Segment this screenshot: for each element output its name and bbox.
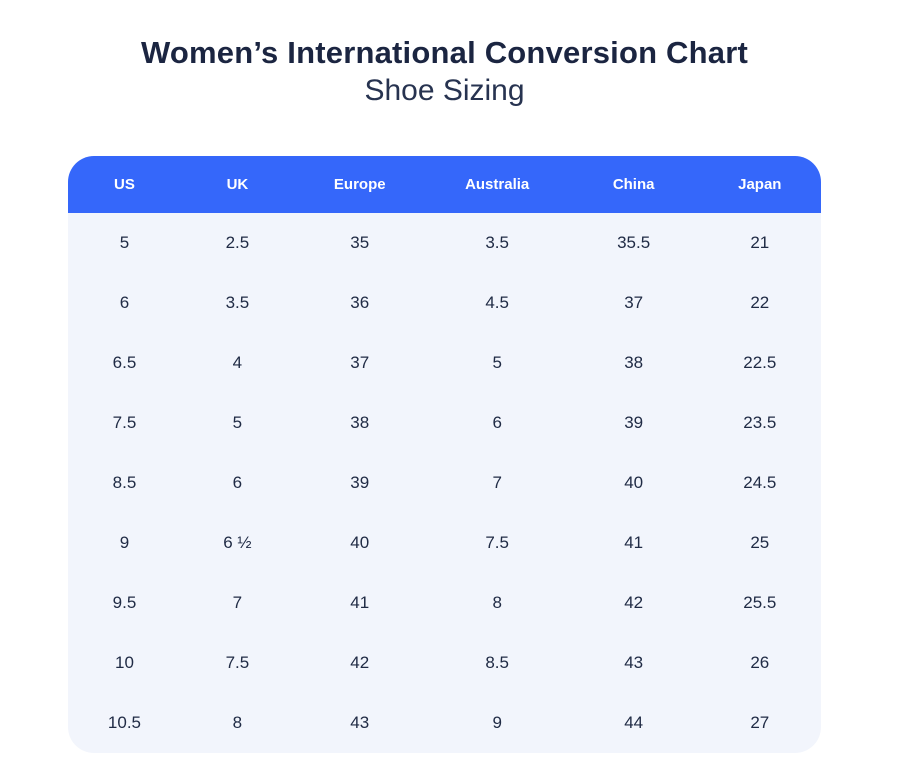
page-content: Women’s International Conversion Chart S…: [68, 0, 821, 753]
table-cell-australia: 4.5: [426, 273, 569, 333]
table-cell-japan: 22: [699, 273, 821, 333]
table-cell-uk: 8: [181, 693, 294, 753]
table-cell-us: 5: [68, 213, 181, 273]
table-cell-china: 44: [569, 693, 699, 753]
table-cell-europe: 39: [294, 453, 426, 513]
table-cell-us: 9: [68, 513, 181, 573]
table-cell-australia: 5: [426, 333, 569, 393]
table-row: 96 ½407.54125: [68, 513, 821, 573]
table-cell-china: 35.5: [569, 213, 699, 273]
table-cell-china: 39: [569, 393, 699, 453]
page-title: Women’s International Conversion Chart: [68, 34, 821, 72]
table-cell-europe: 37: [294, 333, 426, 393]
table-cell-australia: 8: [426, 573, 569, 633]
table-row: 9.574184225.5: [68, 573, 821, 633]
table-cell-europe: 42: [294, 633, 426, 693]
column-header-australia: Australia: [426, 156, 569, 213]
table-cell-uk: 2.5: [181, 213, 294, 273]
table-row: 52.5353.535.521: [68, 213, 821, 273]
table-cell-china: 38: [569, 333, 699, 393]
table-cell-australia: 7.5: [426, 513, 569, 573]
table-cell-us: 10.5: [68, 693, 181, 753]
table-cell-europe: 41: [294, 573, 426, 633]
table-cell-us: 8.5: [68, 453, 181, 513]
table-cell-us: 7.5: [68, 393, 181, 453]
table-cell-china: 41: [569, 513, 699, 573]
table-cell-australia: 3.5: [426, 213, 569, 273]
table-cell-europe: 36: [294, 273, 426, 333]
page-subtitle: Shoe Sizing: [68, 72, 821, 110]
table-cell-japan: 23.5: [699, 393, 821, 453]
table-row: 63.5364.53722: [68, 273, 821, 333]
table-cell-japan: 25: [699, 513, 821, 573]
table-cell-australia: 8.5: [426, 633, 569, 693]
table-cell-europe: 35: [294, 213, 426, 273]
table-cell-europe: 38: [294, 393, 426, 453]
page-header: Women’s International Conversion Chart S…: [68, 34, 821, 110]
table-row: 10.584394427: [68, 693, 821, 753]
table-cell-uk: 3.5: [181, 273, 294, 333]
table-cell-uk: 6: [181, 453, 294, 513]
table-cell-china: 40: [569, 453, 699, 513]
table-cell-europe: 40: [294, 513, 426, 573]
table-cell-japan: 26: [699, 633, 821, 693]
table-cell-us: 6: [68, 273, 181, 333]
table-header-row: USUKEuropeAustraliaChinaJapan: [68, 156, 821, 213]
table-cell-uk: 6 ½: [181, 513, 294, 573]
table-cell-europe: 43: [294, 693, 426, 753]
table-cell-china: 43: [569, 633, 699, 693]
table-row: 8.563974024.5: [68, 453, 821, 513]
table-row: 107.5428.54326: [68, 633, 821, 693]
table-cell-australia: 9: [426, 693, 569, 753]
column-header-japan: Japan: [699, 156, 821, 213]
column-header-europe: Europe: [294, 156, 426, 213]
table-cell-us: 10: [68, 633, 181, 693]
table-cell-japan: 22.5: [699, 333, 821, 393]
table-cell-us: 6.5: [68, 333, 181, 393]
table-cell-japan: 25.5: [699, 573, 821, 633]
table-cell-uk: 7.5: [181, 633, 294, 693]
header-row: USUKEuropeAustraliaChinaJapan: [68, 156, 821, 213]
table-cell-australia: 7: [426, 453, 569, 513]
table-cell-china: 37: [569, 273, 699, 333]
table-cell-uk: 4: [181, 333, 294, 393]
conversion-table-wrapper: USUKEuropeAustraliaChinaJapan 52.5353.53…: [68, 156, 821, 753]
table-cell-uk: 5: [181, 393, 294, 453]
table-row: 6.543753822.5: [68, 333, 821, 393]
column-header-us: US: [68, 156, 181, 213]
table-cell-japan: 24.5: [699, 453, 821, 513]
conversion-table: USUKEuropeAustraliaChinaJapan 52.5353.53…: [68, 156, 821, 753]
table-cell-australia: 6: [426, 393, 569, 453]
table-body: 52.5353.535.52163.5364.537226.543753822.…: [68, 213, 821, 753]
table-cell-japan: 21: [699, 213, 821, 273]
table-cell-china: 42: [569, 573, 699, 633]
table-cell-us: 9.5: [68, 573, 181, 633]
table-cell-uk: 7: [181, 573, 294, 633]
column-header-china: China: [569, 156, 699, 213]
column-header-uk: UK: [181, 156, 294, 213]
table-cell-japan: 27: [699, 693, 821, 753]
table-row: 7.553863923.5: [68, 393, 821, 453]
